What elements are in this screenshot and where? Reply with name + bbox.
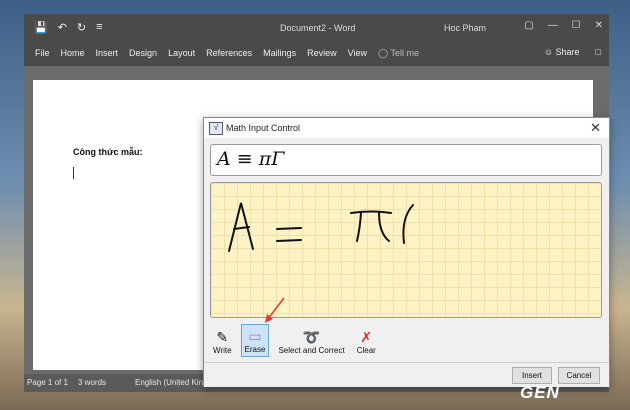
stroke-pi-left [356,212,362,242]
math-input-dialog: √ Math Input Control ✕ A ≡ πΓ ✎ Write ▭ … [203,117,610,387]
equation-preview: A ≡ πΓ [210,144,602,176]
user-name[interactable]: Hoc Pham [444,23,486,33]
page-count[interactable]: Page 1 of 1 [27,378,68,387]
equation-text: A ≡ πΓ [217,148,285,170]
lasso-icon: ➰ [302,329,321,345]
clear-label: Clear [356,346,376,355]
ribbon-tabs: File Home Insert Design Layout Reference… [24,44,609,66]
close-icon[interactable]: ✕ [590,120,601,136]
lightbulb-icon: ◯ [378,48,391,58]
dialog-title: Math Input Control [226,123,301,133]
watermark-logo: GEN [520,383,560,402]
tab-design[interactable]: Design [129,48,168,59]
tab-insert[interactable]: Insert [96,48,130,59]
write-label: Write [213,346,232,355]
erase-tool[interactable]: ▭ Erase [240,324,270,357]
select-and-correct-tool[interactable]: ➰ Select and Correct [275,326,347,357]
tab-mailings[interactable]: Mailings [263,48,307,59]
close-icon[interactable]: ✕ [595,20,603,31]
window-controls: ▢ — ☐ ✕ [524,20,603,31]
share-button[interactable]: ☺ Share [544,47,580,57]
dialog-title-bar: √ Math Input Control ✕ [204,118,609,138]
stroke-gamma [402,204,414,244]
maximize-icon[interactable]: ☐ [572,20,581,31]
tab-view[interactable]: View [348,48,378,59]
tab-file[interactable]: File [35,48,61,59]
select-and-correct-label: Select and Correct [278,346,345,355]
clear-icon: ✗ [360,329,373,345]
clear-tool[interactable]: ✗ Clear [354,326,379,357]
redo-icon[interactable]: ↻ [77,21,86,34]
title-bar: 💾 ↶ ↻ ≡ Document2 - Word Hoc Pham ▢ — ☐ … [24,14,609,44]
person-icon: ☺ [543,47,556,57]
comments-icon[interactable]: □ [596,47,601,57]
erase-label: Erase [244,345,266,354]
cancel-button[interactable]: Cancel [558,367,600,384]
eraser-icon: ▭ [248,328,262,344]
tab-references[interactable]: References [206,48,263,59]
word-count[interactable]: 3 words [78,378,106,387]
pointer-arrow [265,297,285,323]
tell-me-box[interactable]: ◯ Tell me [378,48,430,59]
pen-icon: ✎ [216,329,229,345]
stroke-pi-top [350,210,392,214]
share-label: Share [555,47,580,57]
document-heading: Công thức mẫu: [73,147,143,157]
tell-me-label: Tell me [390,48,419,58]
save-icon[interactable]: 💾 [34,21,48,34]
text-cursor [73,167,74,179]
write-tool[interactable]: ✎ Write [210,326,235,357]
tab-review[interactable]: Review [307,48,348,59]
ribbon-display-icon[interactable]: ▢ [524,20,533,31]
quick-access-toolbar: 💾 ↶ ↻ ≡ [34,21,103,34]
insert-button[interactable]: Insert [512,367,552,384]
language-indicator[interactable]: English (United Kin [135,378,203,387]
stroke-eq-top [276,227,302,230]
math-input-icon: √ [209,122,223,135]
tab-home[interactable]: Home [61,48,96,59]
stroke-eq-bottom [276,239,302,242]
tool-bar: ✎ Write ▭ Erase ➰ Select and Correct ✗ C… [210,324,379,357]
undo-icon[interactable]: ↶ [58,21,67,34]
customize-icon[interactable]: ≡ [96,21,102,34]
stroke-pi-right [378,212,390,242]
minimize-icon[interactable]: — [548,20,558,31]
tab-layout[interactable]: Layout [168,48,206,59]
document-title: Document2 - Word [280,23,356,33]
